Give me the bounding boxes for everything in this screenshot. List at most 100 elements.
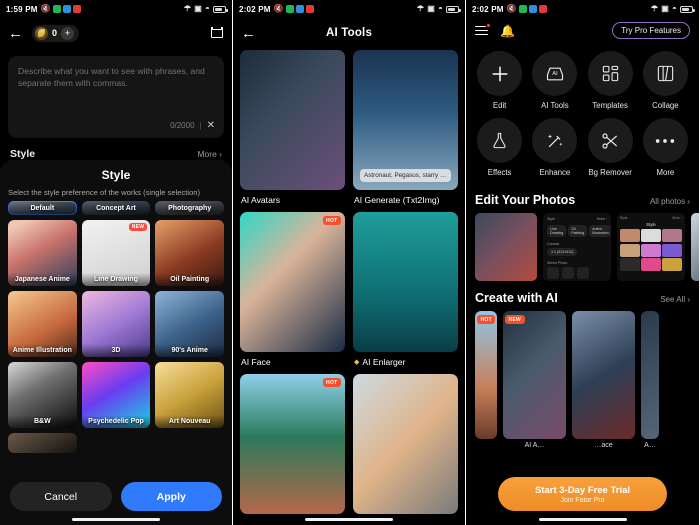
top-nav-bar: ← 0 + <box>0 18 232 48</box>
style-tile[interactable]: B&W <box>8 362 77 428</box>
function-grid: Edit AI AI Tools Templates Collage Effects Enh… <box>466 39 699 183</box>
style-more-link[interactable]: More › <box>197 149 222 159</box>
style-grid: Default Concept Art Photography Japanese An… <box>0 201 232 474</box>
ai-tool-card[interactable]: ◆ AI Enlarger <box>353 212 458 367</box>
style-tile[interactable]: Photography <box>155 201 224 215</box>
home-indicator <box>72 518 160 521</box>
create-ai-card-label: A… <box>644 442 656 449</box>
style-tile[interactable]: Anime Illustration <box>8 291 77 357</box>
prompt-placeholder: Describe what you want to see with phras… <box>18 66 205 89</box>
back-button[interactable]: ← <box>8 26 23 41</box>
tool-label: AI Face <box>241 357 271 367</box>
ai-tool-card[interactable]: HOT <box>240 374 345 514</box>
add-credits-button[interactable]: + <box>61 26 75 40</box>
apply-button[interactable]: Apply <box>120 482 222 511</box>
status-left-icons: 🔇 <box>507 5 547 13</box>
plus-icon <box>477 51 523 96</box>
ai-tool-card[interactable]: Astronaut, Pegasus, starry … AI Generate … <box>353 50 458 205</box>
function-label: Collage <box>652 101 679 110</box>
red-app-icon <box>305 5 314 13</box>
edit-photo-card[interactable] <box>475 213 537 281</box>
create-ai-card[interactable] <box>572 311 635 439</box>
clear-prompt-button[interactable]: ✕ <box>207 120 215 131</box>
char-counter: 0/2000 <box>170 121 195 130</box>
function-item-effects[interactable]: Effects <box>472 118 527 177</box>
ai-tool-card[interactable] <box>353 374 458 514</box>
style-tile-label: Concept Art <box>81 202 151 215</box>
edit-photo-card[interactable]: Style More › Style <box>617 213 685 281</box>
create-with-ai-carousel[interactable]: HOT NEW <box>466 311 699 439</box>
function-item-enhance[interactable]: Enhance <box>527 118 582 177</box>
history-icon[interactable] <box>210 27 224 39</box>
style-tile[interactable]: Default <box>8 201 77 215</box>
phone-screen-home: 2:02 PM 🔇 ☂ ▣ ◓ 🔔 Try Pro Features Edit <box>466 0 699 525</box>
coin-icon <box>35 26 48 40</box>
page-title: AI Tools <box>325 27 373 39</box>
style-tile[interactable]: Psychedelic Pop <box>81 362 151 428</box>
top-nav-bar: ← AI Tools <box>233 18 465 48</box>
function-item-collage[interactable]: Collage <box>638 51 693 110</box>
style-tile[interactable]: 90's Anime <box>155 291 224 357</box>
status-left-icons: 🔇 <box>274 5 314 13</box>
phone-screen-ai-tools: 2:02 PM 🔇 ☂ ▣ ◓ ← AI Tools AI Avatars Ast… <box>233 0 466 525</box>
ai-tool-card[interactable]: AI Avatars <box>240 50 345 205</box>
create-ai-card[interactable]: NEW <box>503 311 566 439</box>
tool-label-row: AI Face <box>240 352 345 367</box>
cta-title: Start 3-Day Free Trial <box>534 484 631 496</box>
divider: | <box>199 121 202 130</box>
create-ai-card[interactable]: HOT <box>475 311 497 439</box>
style-tile[interactable]: Concept Art <box>81 201 151 215</box>
create-ai-card[interactable] <box>641 311 659 439</box>
style-tile-label: 3D <box>81 344 151 357</box>
function-item-templates[interactable]: Templates <box>583 51 638 110</box>
style-tile[interactable]: 3D <box>81 291 151 357</box>
edit-photo-card[interactable] <box>691 213 699 281</box>
sd-card-icon: ▣ <box>427 4 435 13</box>
function-item-bg-remover[interactable]: Bg Remover <box>583 118 638 177</box>
style-tile[interactable]: NEW Line Drawing <box>81 220 151 286</box>
function-item-ai-tools[interactable]: AI AI Tools <box>527 51 582 110</box>
style-tile[interactable]: Oil Painting <box>155 220 224 286</box>
new-badge: NEW <box>128 223 148 231</box>
collage-icon <box>642 51 688 96</box>
sd-card-icon: ▣ <box>661 4 669 13</box>
status-time: 2:02 PM <box>472 4 504 14</box>
style-tile-label: Japanese Anime <box>8 273 77 286</box>
function-label: Bg Remover <box>588 168 632 177</box>
function-label: Edit <box>492 101 507 110</box>
function-item-edit[interactable]: Edit <box>472 51 527 110</box>
style-tile[interactable] <box>8 433 77 453</box>
wifi-icon: ◓ <box>671 4 677 13</box>
free-trial-cta-button[interactable]: Start 3-Day Free Trial Join Fotor Pro <box>498 477 667 511</box>
create-with-ai-header: Create with AI See All › <box>466 281 699 311</box>
prompt-chip: Astronaut, Pegasus, starry … <box>360 169 451 182</box>
style-tile[interactable]: Art Nouveau <box>155 362 224 428</box>
new-badge: NEW <box>505 315 525 324</box>
see-all-link[interactable]: See All › <box>660 295 690 304</box>
hamburger-menu-icon[interactable] <box>475 23 490 36</box>
tool-thumbnail: Astronaut, Pegasus, starry … <box>353 50 458 190</box>
function-item-more[interactable]: More <box>638 118 693 177</box>
edit-photo-card[interactable]: Style More › Line Drawing Oil Painting Anim… <box>543 213 611 281</box>
credits-pill[interactable]: 0 + <box>32 24 80 42</box>
try-pro-features-button[interactable]: Try Pro Features <box>612 22 690 39</box>
cancel-button[interactable]: Cancel <box>10 482 112 511</box>
back-button[interactable]: ← <box>241 26 256 41</box>
edit-photos-carousel[interactable]: Style More › Line Drawing Oil Painting Anim… <box>466 213 699 281</box>
hot-badge: HOT <box>322 216 341 225</box>
all-photos-link[interactable]: All photos › <box>650 197 690 206</box>
create-ai-card-label <box>475 442 497 449</box>
notification-bell-icon[interactable]: 🔔 <box>500 25 515 37</box>
ai-tool-card[interactable]: HOT AI Face <box>240 212 345 367</box>
style-tile-label: Art Nouveau <box>155 415 224 428</box>
create-ai-card-label: AI A… <box>524 442 545 449</box>
battery-icon <box>680 5 695 13</box>
tool-thumbnail <box>353 374 458 514</box>
prompt-input-box[interactable]: Describe what you want to see with phras… <box>8 56 224 138</box>
battery-icon <box>213 5 228 13</box>
tool-thumbnail <box>353 212 458 352</box>
green-app-icon <box>52 5 61 13</box>
style-tile[interactable]: Japanese Anime <box>8 220 77 286</box>
tool-label: AI Avatars <box>241 195 281 205</box>
phone-screen-style-picker: 1:59 PM 🔇 ☂ ▣ ◓ ← 0 + Describe what you … <box>0 0 233 525</box>
